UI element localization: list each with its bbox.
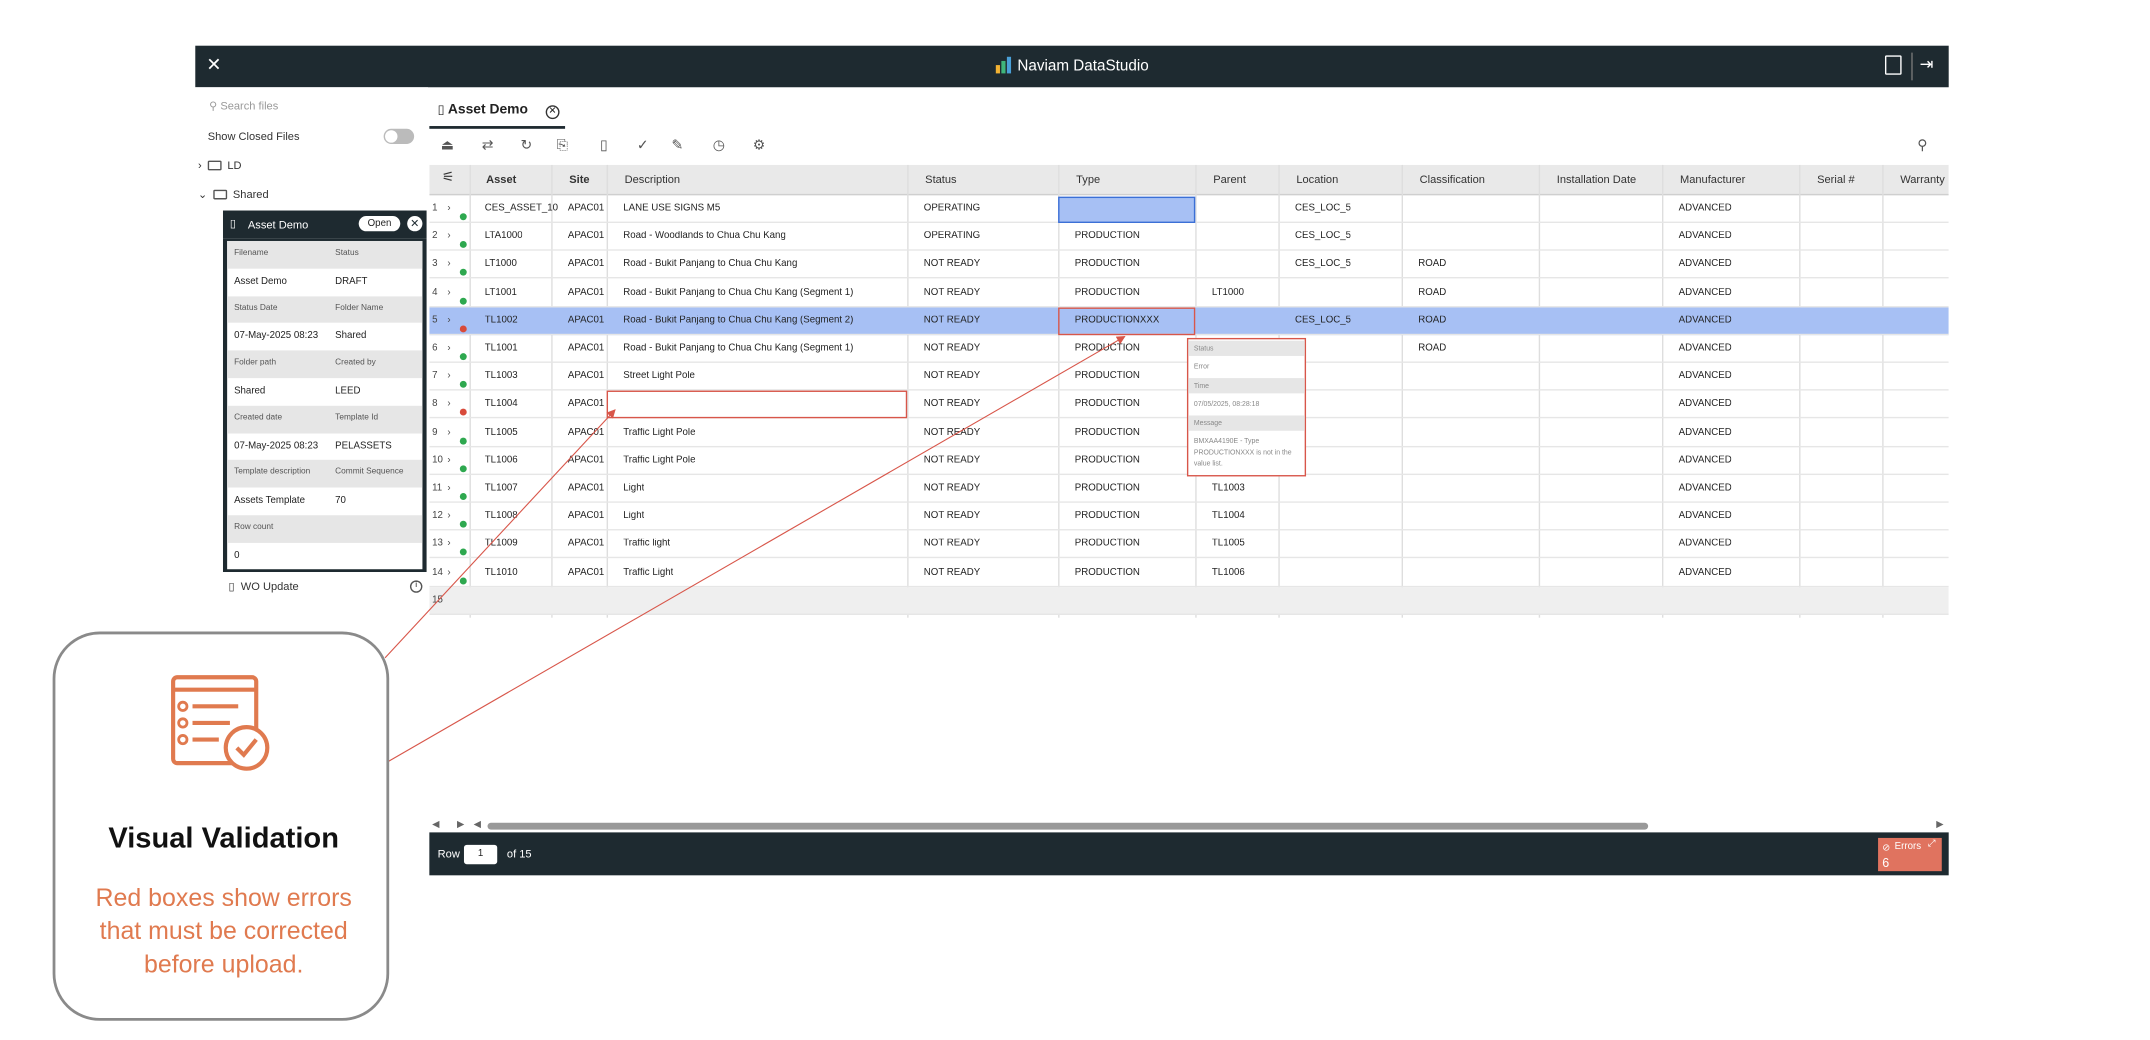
checklist-icon [171,675,270,771]
visual-validation-callout: Visual Validation Red boxes show errors … [52,631,390,1021]
arrow-to-description-error [384,409,616,659]
callout-title: Visual Validation [108,822,339,855]
callout-description: Red boxes show errors that must be corre… [95,883,352,978]
arrow-to-type-error [387,336,1126,763]
